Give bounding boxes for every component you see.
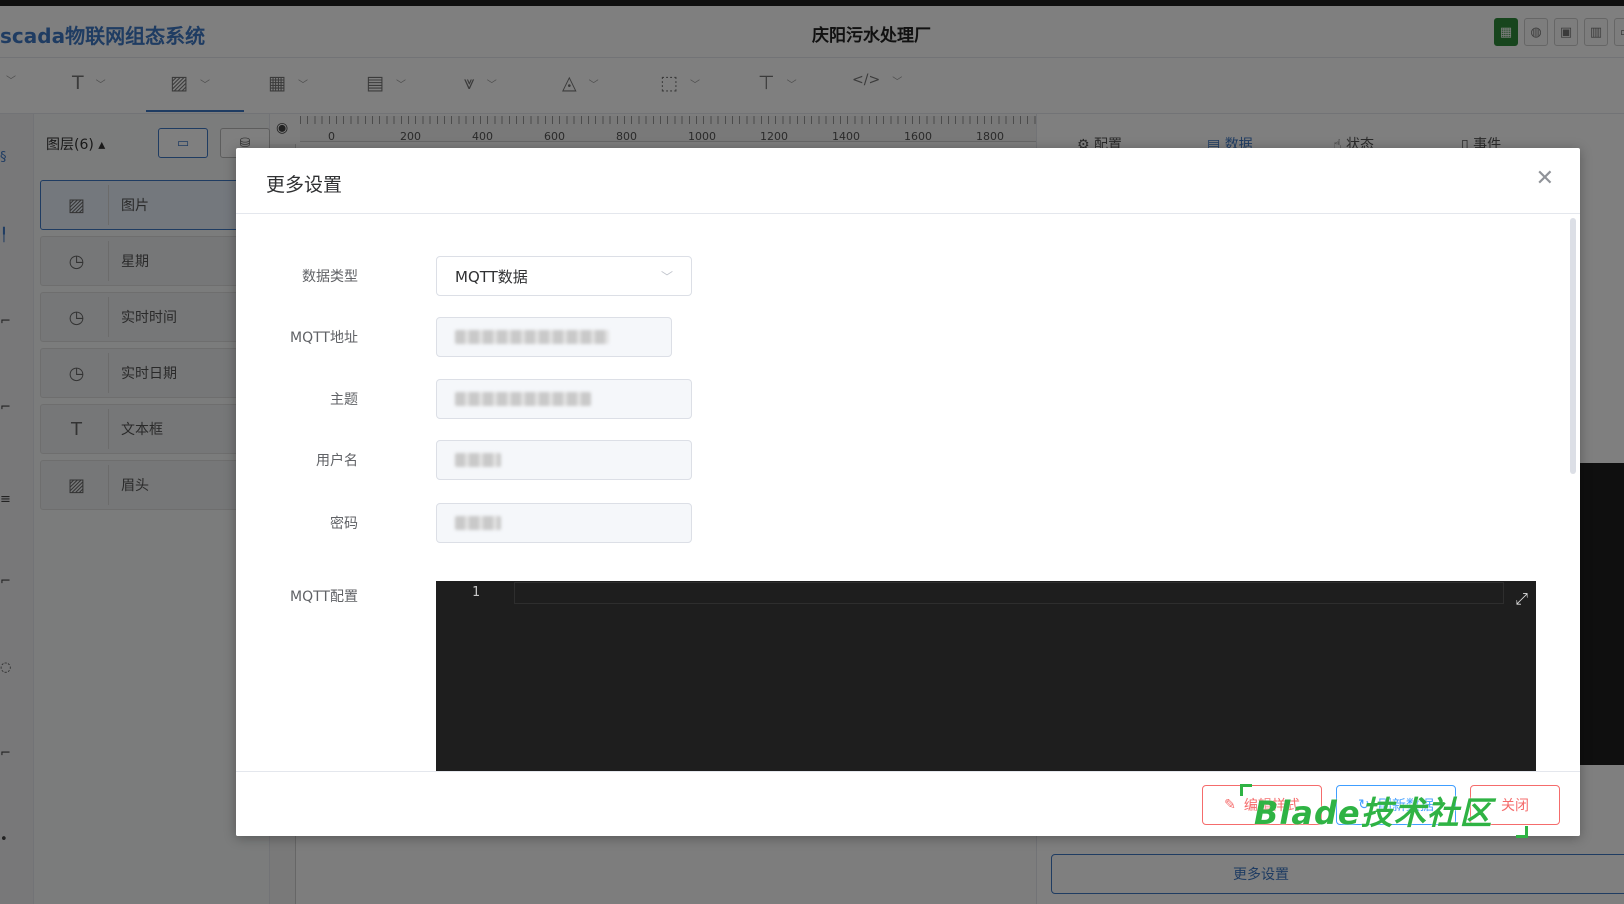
password-input[interactable] bbox=[436, 503, 692, 543]
topic-label: 主题 bbox=[330, 392, 358, 408]
more-settings-dialog: 更多设置 ✕ 数据类型 MQTT数据 ﹀ MQTT地址 主题 用户名 密码 MQ… bbox=[236, 148, 1580, 836]
data-type-label: 数据类型 bbox=[302, 269, 358, 285]
form-row-username: 用户名 bbox=[236, 440, 1580, 480]
topic-input[interactable] bbox=[436, 379, 692, 419]
data-type-select[interactable]: MQTT数据 ﹀ bbox=[436, 256, 692, 296]
redacted-value bbox=[455, 330, 609, 344]
edit-icon: ✎ bbox=[1224, 797, 1236, 813]
form-row-topic: 主题 bbox=[236, 379, 1580, 419]
form-row-mqtt-address: MQTT地址 bbox=[236, 317, 1580, 357]
close-icon[interactable]: ✕ bbox=[1536, 168, 1554, 190]
username-label: 用户名 bbox=[316, 453, 358, 469]
mqtt-address-input[interactable] bbox=[436, 317, 672, 357]
line-number: 1 bbox=[472, 585, 480, 600]
watermark-corner bbox=[1240, 784, 1252, 796]
chevron-down-icon: ﹀ bbox=[660, 269, 673, 284]
fullscreen-icon[interactable]: ⤢ bbox=[1515, 589, 1528, 609]
data-type-value: MQTT数据 bbox=[455, 267, 528, 286]
close-label: 关闭 bbox=[1501, 798, 1529, 814]
redacted-value bbox=[455, 453, 501, 467]
redacted-value bbox=[455, 392, 591, 406]
dialog-title: 更多设置 bbox=[266, 174, 343, 196]
mqtt-config-label: MQTT配置 bbox=[290, 589, 358, 605]
password-label: 密码 bbox=[330, 516, 358, 532]
watermark-text: Blade技术社区 bbox=[1254, 794, 1493, 832]
mqtt-address-label: MQTT地址 bbox=[290, 330, 358, 346]
form-row-password: 密码 bbox=[236, 503, 1580, 543]
redacted-value bbox=[455, 516, 501, 530]
dialog-header: 更多设置 ✕ bbox=[236, 148, 1580, 214]
username-input[interactable] bbox=[436, 440, 692, 480]
form-row-data-type: 数据类型 MQTT数据 ﹀ bbox=[236, 256, 1580, 296]
watermark-corner bbox=[1516, 826, 1528, 838]
editor-current-line[interactable] bbox=[514, 582, 1504, 604]
